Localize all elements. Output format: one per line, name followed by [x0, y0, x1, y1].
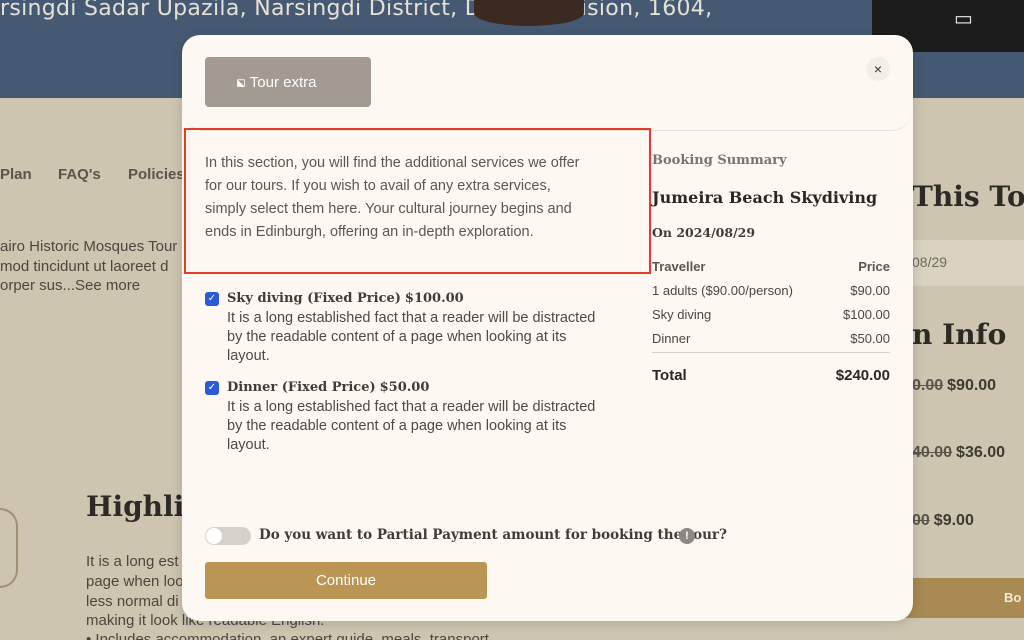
- summary-row-label: Dinner: [652, 330, 691, 346]
- summary-divider: [652, 352, 890, 353]
- booking-summary: Booking Summary Jumeira Beach Skydiving …: [652, 153, 890, 387]
- price-line: 40.00 $36.00: [912, 444, 1005, 461]
- modal-header: ⬖ Tour extra ×: [182, 35, 913, 131]
- summary-row: 1 adults ($90.00/person) $90.00: [652, 278, 890, 302]
- nav-faqs[interactable]: FAQ's: [58, 166, 101, 183]
- summary-header: Traveller Price: [652, 254, 890, 278]
- extra-description: In this section, you will find the addit…: [205, 155, 580, 240]
- date-field[interactable]: 08/29: [904, 240, 1024, 286]
- close-icon: ×: [873, 61, 883, 77]
- check-icon: ✓: [207, 382, 217, 393]
- service-title: Dinner (Fixed Price) $50.00: [227, 380, 430, 395]
- summary-row-price: $50.00: [850, 330, 890, 346]
- tour-address: rsingdi Sadar Upazila, Narsingdi Distric…: [0, 0, 713, 21]
- nav-policies[interactable]: Policies: [128, 166, 185, 183]
- decorative-shape: [0, 508, 18, 588]
- date-value: 08/29: [912, 254, 948, 270]
- price-line: 00 $9.00: [912, 512, 974, 529]
- nav-plan[interactable]: Plan: [0, 166, 32, 183]
- summary-total: Total $240.00: [652, 363, 890, 387]
- summary-row-label: Sky diving: [652, 306, 712, 322]
- highlights-line: page when loo: [86, 573, 184, 590]
- tour-name: Jumeira Beach Skydiving: [652, 188, 878, 207]
- header-image: [474, 0, 584, 26]
- traveller-heading: Traveller: [652, 258, 706, 274]
- summary-row-label: 1 adults ($90.00/person): [652, 282, 793, 298]
- overview-line: mod tincidunt ut laoreet d: [0, 258, 169, 275]
- partial-payment-row: Do you want to Partial Payment amount fo…: [205, 525, 727, 547]
- book-button[interactable]: Bo: [904, 578, 1024, 618]
- overview-line[interactable]: orper sus...See more: [0, 277, 140, 294]
- tour-date: On 2024/08/29: [652, 225, 756, 240]
- video-icon: ▭: [954, 8, 973, 30]
- summary-row-price: $100.00: [843, 306, 890, 322]
- check-icon: ✓: [207, 293, 217, 304]
- toggle-knob: [206, 528, 222, 544]
- highlights-line: It is a long est: [86, 553, 179, 570]
- highlights-line: less normal di: [86, 593, 179, 610]
- partial-payment-toggle[interactable]: [205, 527, 251, 545]
- info-icon[interactable]: !: [679, 528, 695, 544]
- sidebar-title: This Tour: [912, 180, 1024, 213]
- price-heading: Price: [858, 258, 890, 274]
- tab-label: Tour extra: [249, 73, 317, 91]
- summary-row: Sky diving $100.00: [652, 302, 890, 326]
- info-heading: n Info: [912, 318, 1007, 351]
- total-value: $240.00: [835, 366, 890, 384]
- summary-title: Booking Summary: [652, 153, 787, 168]
- close-button[interactable]: ×: [866, 57, 890, 81]
- service-description: It is a long established fact that a rea…: [227, 310, 596, 364]
- tab-tour-extra[interactable]: ⬖ Tour extra: [205, 57, 371, 107]
- summary-row: Dinner $50.00: [652, 326, 890, 350]
- service-title: Sky diving (Fixed Price) $100.00: [227, 291, 464, 306]
- sky-diving-checkbox[interactable]: ✓: [205, 292, 219, 306]
- tour-extra-modal: ⬖ Tour extra × In this section, you will…: [182, 35, 913, 621]
- tag-icon: ⬖: [230, 72, 250, 92]
- overview-line: airo Historic Mosques Tour: [0, 238, 178, 255]
- highlights-line: • Includes accommodation, an expert guid…: [86, 631, 489, 640]
- total-label: Total: [652, 366, 687, 384]
- service-description: It is a long established fact that a rea…: [227, 399, 596, 453]
- dinner-checkbox[interactable]: ✓: [205, 381, 219, 395]
- continue-button[interactable]: Continue: [205, 562, 487, 599]
- partial-payment-label: Do you want to Partial Payment amount fo…: [259, 527, 727, 543]
- price-line: 0.00 $90.00: [912, 377, 997, 394]
- summary-row-price: $90.00: [850, 282, 890, 298]
